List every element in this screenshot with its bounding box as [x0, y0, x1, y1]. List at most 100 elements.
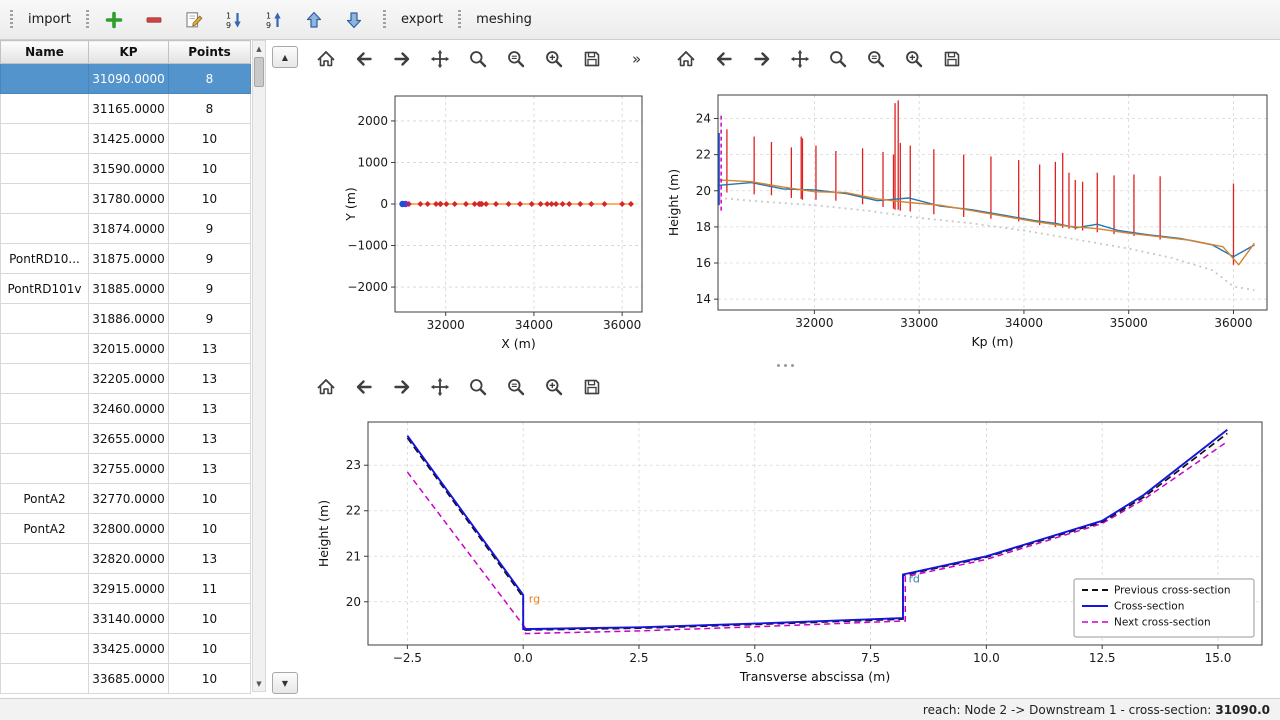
scrollbar-up-arrow-icon[interactable]: ▲	[253, 42, 265, 55]
plot-axes-button[interactable]	[902, 47, 926, 71]
plot-home-button[interactable]	[314, 47, 338, 71]
svg-text:32000: 32000	[795, 316, 833, 330]
table-row[interactable]: 31874.00009	[1, 214, 251, 244]
plot-forward-button[interactable]	[390, 47, 414, 71]
cross-section-panel: −2.50.02.55.07.510.012.515.020212223Tran…	[300, 368, 1280, 698]
cross-section-plot[interactable]: −2.50.02.55.07.510.012.515.020212223Tran…	[300, 406, 1280, 698]
svg-text:22: 22	[346, 504, 361, 518]
plot-axes-button[interactable]	[542, 47, 566, 71]
plot-zoom-button[interactable]	[466, 375, 490, 399]
plot-axes-button[interactable]	[542, 375, 566, 399]
plot-back-button[interactable]	[712, 47, 736, 71]
plot-subplots-button[interactable]	[504, 47, 528, 71]
plan-view-plot[interactable]: 320003400036000−2000−1000010002000X (m)Y…	[300, 78, 660, 368]
table-scrollbar[interactable]: ▲ ▼	[252, 40, 266, 692]
plot-home-button[interactable]	[314, 375, 338, 399]
svg-text:20: 20	[346, 595, 361, 609]
plot-back-button[interactable]	[352, 375, 376, 399]
toolbar-grip[interactable]	[383, 10, 386, 30]
plot-forward-button[interactable]	[750, 47, 774, 71]
scrollbar-down-arrow-icon[interactable]: ▼	[253, 677, 265, 690]
cell-name	[1, 124, 89, 154]
cell-points: 10	[169, 664, 251, 694]
table-row[interactable]: 32015.000013	[1, 334, 251, 364]
splitter-dot	[791, 364, 794, 367]
table-row[interactable]: PontRD10...31875.00009	[1, 244, 251, 274]
table-row[interactable]: 32655.000013	[1, 424, 251, 454]
table-row[interactable]: 33685.000010	[1, 664, 251, 694]
svg-text:9: 9	[226, 21, 231, 30]
table-row[interactable]: 33425.000010	[1, 634, 251, 664]
toolbar-grip[interactable]	[458, 10, 461, 30]
cell-name	[1, 184, 89, 214]
import-button[interactable]: import	[25, 6, 74, 34]
table-row[interactable]: PontRD101v31885.00009	[1, 274, 251, 304]
plot-back-button[interactable]	[352, 47, 376, 71]
panel-scroll-up-button[interactable]: ▲	[272, 46, 298, 68]
table-row[interactable]: 31090.00008	[1, 64, 251, 94]
plot-pan-button[interactable]	[428, 375, 452, 399]
remove-cross-section-button[interactable]	[141, 6, 171, 34]
table-row[interactable]: PontA232770.000010	[1, 484, 251, 514]
meshing-label: meshing	[476, 12, 532, 27]
cell-name	[1, 64, 89, 94]
plot-pan-button[interactable]	[428, 47, 452, 71]
plot-forward-button[interactable]	[390, 375, 414, 399]
svg-text:7.5: 7.5	[861, 651, 880, 665]
sort-desc-icon: 19	[264, 10, 284, 30]
table-row[interactable]: 32460.000013	[1, 394, 251, 424]
cell-points: 10	[169, 154, 251, 184]
table-row[interactable]: 32205.000013	[1, 364, 251, 394]
plots-area: » 320003400036000−2000−1000010002000X (m…	[300, 40, 1280, 698]
cell-points: 11	[169, 574, 251, 604]
sort-descending-button[interactable]: 19	[261, 6, 291, 34]
table-row[interactable]: 32755.000013	[1, 454, 251, 484]
column-header-kp[interactable]: KP	[89, 41, 169, 64]
plot-save-button[interactable]	[940, 47, 964, 71]
add-cross-section-button[interactable]	[101, 6, 131, 34]
plot-save-button[interactable]	[580, 375, 604, 399]
plot-save-button[interactable]	[580, 47, 604, 71]
profile-plot[interactable]: 3200033000340003500036000141618202224Kp …	[660, 78, 1280, 368]
table-row[interactable]: 31590.000010	[1, 154, 251, 184]
column-header-points[interactable]: Points	[169, 41, 251, 64]
meshing-button[interactable]: meshing	[473, 6, 535, 34]
cell-points: 10	[169, 514, 251, 544]
table-row[interactable]: 31780.000010	[1, 184, 251, 214]
cell-kp: 32770.0000	[89, 484, 169, 514]
edit-cross-section-button[interactable]	[181, 6, 211, 34]
plot-home-button[interactable]	[674, 47, 698, 71]
plot-pan-button[interactable]	[788, 47, 812, 71]
cell-points: 13	[169, 424, 251, 454]
table-row[interactable]: 31425.000010	[1, 124, 251, 154]
plot-zoom-button[interactable]	[466, 47, 490, 71]
table-row[interactable]: PontA232800.000010	[1, 514, 251, 544]
svg-text:5.0: 5.0	[745, 651, 764, 665]
table-row[interactable]: 32820.000013	[1, 544, 251, 574]
plot-subplots-button[interactable]	[504, 375, 528, 399]
table-row[interactable]: 33140.000010	[1, 604, 251, 634]
export-button[interactable]: export	[398, 6, 446, 34]
scrollbar-thumb[interactable]	[254, 57, 264, 87]
cell-kp: 32820.0000	[89, 544, 169, 574]
sort-ascending-button[interactable]: 19	[221, 6, 251, 34]
panel-scroll-down-button[interactable]: ▼	[272, 672, 298, 694]
toolbar-grip[interactable]	[86, 10, 89, 30]
move-down-button[interactable]	[341, 6, 371, 34]
table-row[interactable]: 32915.000011	[1, 574, 251, 604]
cell-kp: 31425.0000	[89, 124, 169, 154]
plot-zoom-button[interactable]	[826, 47, 850, 71]
toolbar-overflow-chevron[interactable]: »	[632, 50, 641, 68]
profile-panel: 3200033000340003500036000141618202224Kp …	[660, 40, 1280, 368]
table-row[interactable]: 31886.00009	[1, 304, 251, 334]
table-row[interactable]: 31165.00008	[1, 94, 251, 124]
column-header-name[interactable]: Name	[1, 41, 89, 64]
plan-view-panel: » 320003400036000−2000−1000010002000X (m…	[300, 40, 660, 368]
cell-name	[1, 214, 89, 244]
edit-icon	[184, 10, 204, 30]
plot-subplots-button[interactable]	[864, 47, 888, 71]
move-up-button[interactable]	[301, 6, 331, 34]
toolbar-grip[interactable]	[10, 10, 13, 30]
back-icon	[354, 377, 374, 397]
splitter-handle[interactable]	[770, 361, 800, 370]
